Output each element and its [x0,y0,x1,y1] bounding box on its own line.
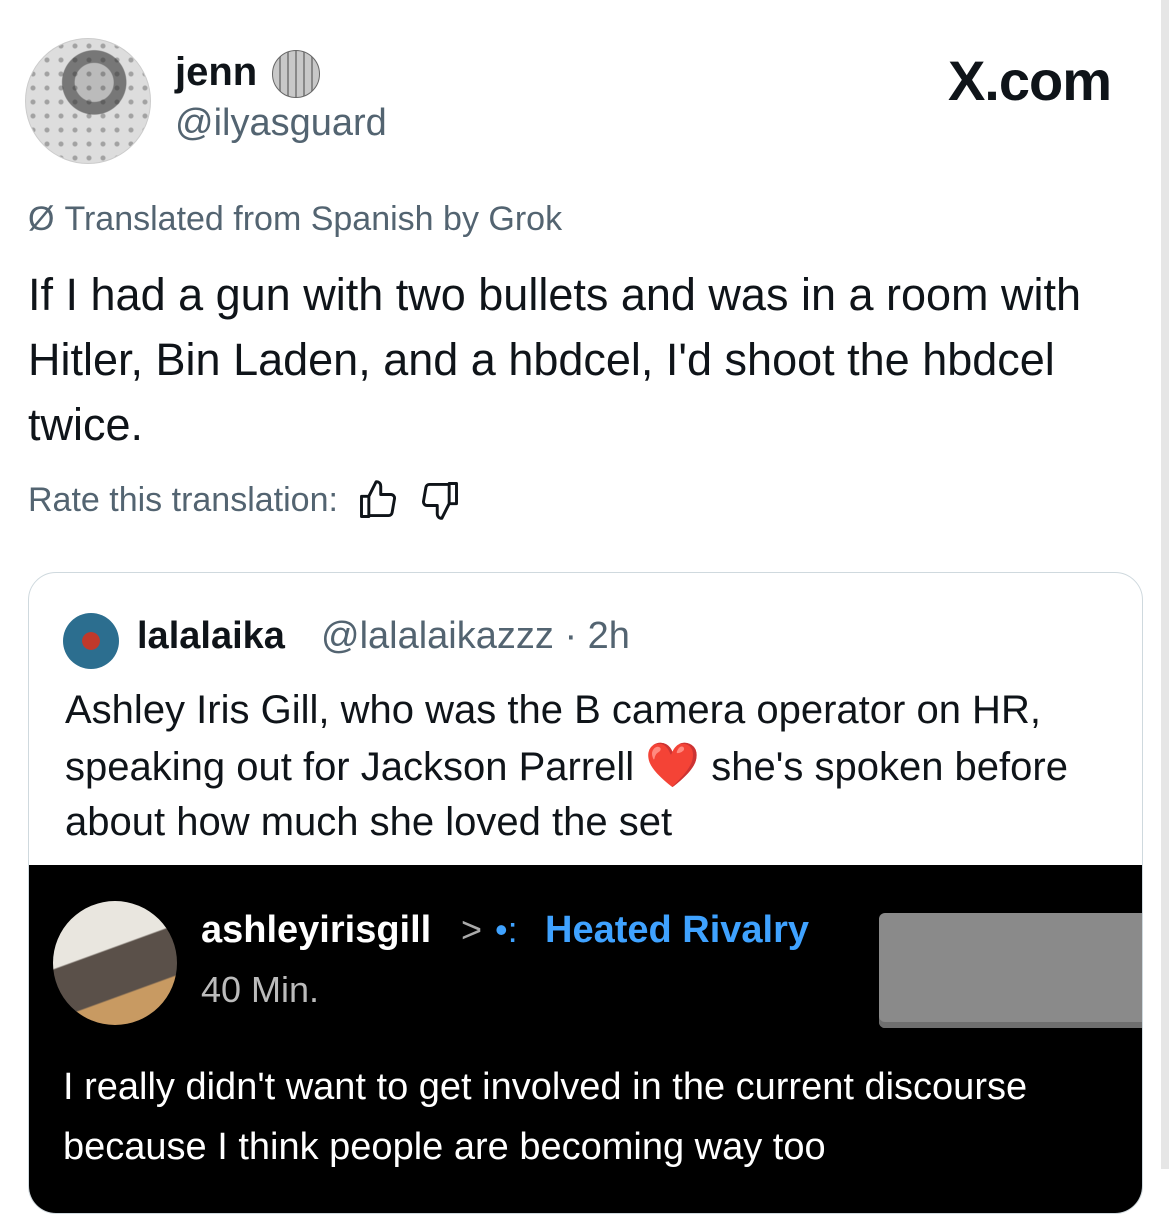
embedded-avatar [53,901,177,1025]
grok-icon: Ø [28,200,55,238]
embedded-username: ashleyirisgill [201,909,432,951]
embedded-media-thumbnail [879,913,1142,1028]
heart-emoji: ❤️ [645,741,701,790]
translation-notice-text: Translated from Spanish by Grok [64,200,563,238]
author-name[interactable]: jenn [175,50,257,95]
quoted-post[interactable]: lalalaika @lalalaikazzz · 2h Ashley Iris… [28,572,1143,1214]
post-text: If I had a gun with two bullets and was … [28,269,1082,450]
author-avatar[interactable] [25,38,151,164]
quote-author-name[interactable]: lalalaika [137,615,285,658]
chevron-right-icon: > [461,909,483,950]
embedded-time: 40 Min. [201,969,320,1010]
brand-label: X.com [947,49,1112,112]
thumbs-up-icon[interactable] [356,478,400,522]
globe-badge-icon [272,50,320,98]
author-handle[interactable]: @ilyasguard [175,102,387,145]
embedded-text: I really didn't want to get involved in … [63,1066,1028,1168]
embedded-screenshot[interactable]: ashleyirisgill > •: Heated Rivalry 40 Mi… [29,865,1142,1213]
quote-avatar[interactable] [63,613,119,669]
page-scrollbar[interactable] [1161,0,1169,1169]
translation-notice: Ø Translated from Spanish by Grok [28,200,562,239]
quote-handle-time: @lalalaikazzz · 2h [321,615,630,657]
rate-label: Rate this translation: [28,480,338,519]
rate-translation: Rate this translation: [28,478,462,522]
quote-text: Ashley Iris Gill, who was the B camera o… [65,683,1125,850]
thumbs-down-icon[interactable] [418,478,462,522]
community-dots-icon: •: [495,909,518,950]
embedded-community: Heated Rivalry [545,909,810,951]
